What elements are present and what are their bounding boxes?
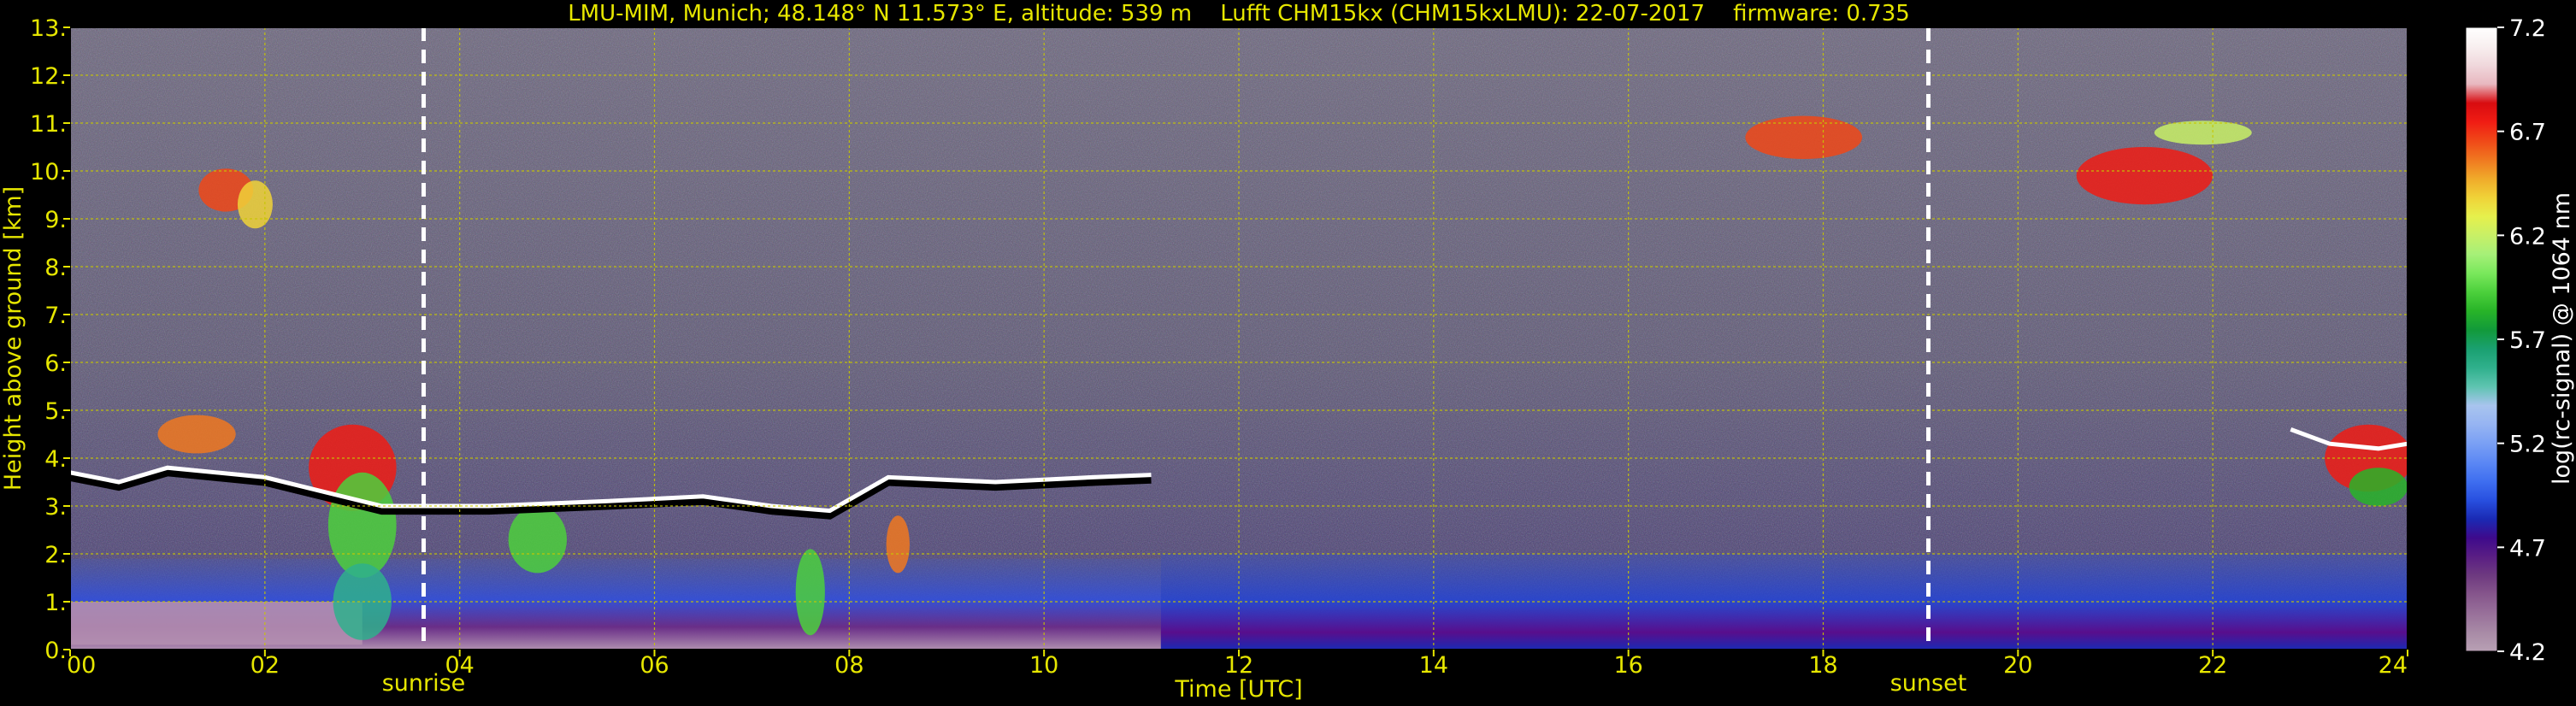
colorbar-tick-label: 7.2 (2509, 15, 2546, 42)
x-axis-label: Time [UTC] (1174, 676, 1302, 703)
feature-cirrus-evening-3 (2154, 121, 2252, 145)
plot-area: sunrise sunset (69, 26, 2408, 697)
y-axis: 0. 1. 2. 3. 4. 5. 6. 7. 8. 9. 10. 11. 12. 13. (30, 15, 70, 664)
surface-layer (70, 602, 363, 645)
colorbar-ticks: 4.2 4.7 5.2 5.7 6.2 6.7 7.2 (2497, 15, 2546, 666)
x-tick-label: 00 (67, 652, 96, 679)
x-tick-label: 08 (834, 652, 864, 679)
colorbar-gradient (2465, 26, 2498, 652)
x-tick-label: 16 (1613, 652, 1642, 679)
colorbar-tick-label: 5.2 (2509, 432, 2546, 458)
y-tick-label: 13. (30, 15, 67, 42)
feature-virga-3 (886, 515, 910, 574)
sunset-label: sunset (1890, 670, 1967, 697)
x-tick-label: 10 (1029, 652, 1058, 679)
x-tick-label: 22 (2198, 652, 2227, 679)
x-tick-label: 18 (1808, 652, 1837, 679)
feature-virga-1 (508, 506, 567, 574)
ceilometer-figure: LMU-MIM, Munich; 48.148° N 11.573° E, al… (0, 0, 2576, 706)
ceilometer-chart: LMU-MIM, Munich; 48.148° N 11.573° E, al… (0, 1, 2575, 703)
y-tick-label: 11. (30, 111, 67, 138)
y-tick-label: 10. (30, 159, 67, 185)
y-tick-label: 12. (30, 63, 67, 90)
colorbar: 4.2 4.7 5.2 5.7 6.2 6.7 7.2 log(rc-signal) @ 1… (2465, 15, 2575, 666)
x-tick-label: 24 (2379, 652, 2408, 679)
y-tick-label: 4. (44, 446, 67, 473)
y-tick-label: 7. (44, 303, 67, 329)
y-tick-label: 2. (44, 542, 67, 568)
x-tick-label: 14 (1419, 652, 1448, 679)
feature-precip-lower (333, 563, 392, 640)
y-tick-label: 9. (44, 207, 67, 233)
x-tick-label: 20 (2003, 652, 2032, 679)
y-tick-label: 3. (44, 494, 67, 521)
x-tick-label: 12 (1224, 652, 1253, 679)
feature-virga-2 (795, 549, 825, 636)
y-tick-label: 0. (44, 638, 67, 664)
colorbar-tick-label: 5.7 (2509, 327, 2546, 354)
y-tick-label: 8. (44, 255, 67, 281)
feature-cirrus-evening-1 (1745, 115, 1863, 159)
colorbar-tick-label: 6.2 (2509, 223, 2546, 250)
x-tick-label: 06 (640, 652, 669, 679)
feature-cirrus-evening-2 (2076, 147, 2213, 205)
feature-cloud-night-lower (2349, 468, 2408, 506)
y-tick-label: 1. (44, 590, 67, 616)
colorbar-tick-label: 4.2 (2509, 639, 2546, 666)
colorbar-tick-label: 4.7 (2509, 535, 2546, 562)
y-tick-label: 5. (44, 398, 67, 425)
feature-precip-streak (327, 472, 397, 579)
x-tick-label: 02 (251, 652, 280, 679)
feature-cirrus-morning-core (237, 180, 273, 229)
y-axis-label: Height above ground [km] (0, 186, 27, 491)
x-tick-label: 04 (445, 652, 474, 679)
colorbar-label: log(rc-signal) @ 1064 nm (2549, 192, 2575, 485)
colorbar-tick-label: 6.7 (2509, 120, 2546, 146)
chart-title: LMU-MIM, Munich; 48.148° N 11.573° E, al… (568, 1, 1910, 26)
feature-midlevel-cloud-morning (157, 415, 236, 454)
y-tick-label: 6. (44, 350, 67, 377)
